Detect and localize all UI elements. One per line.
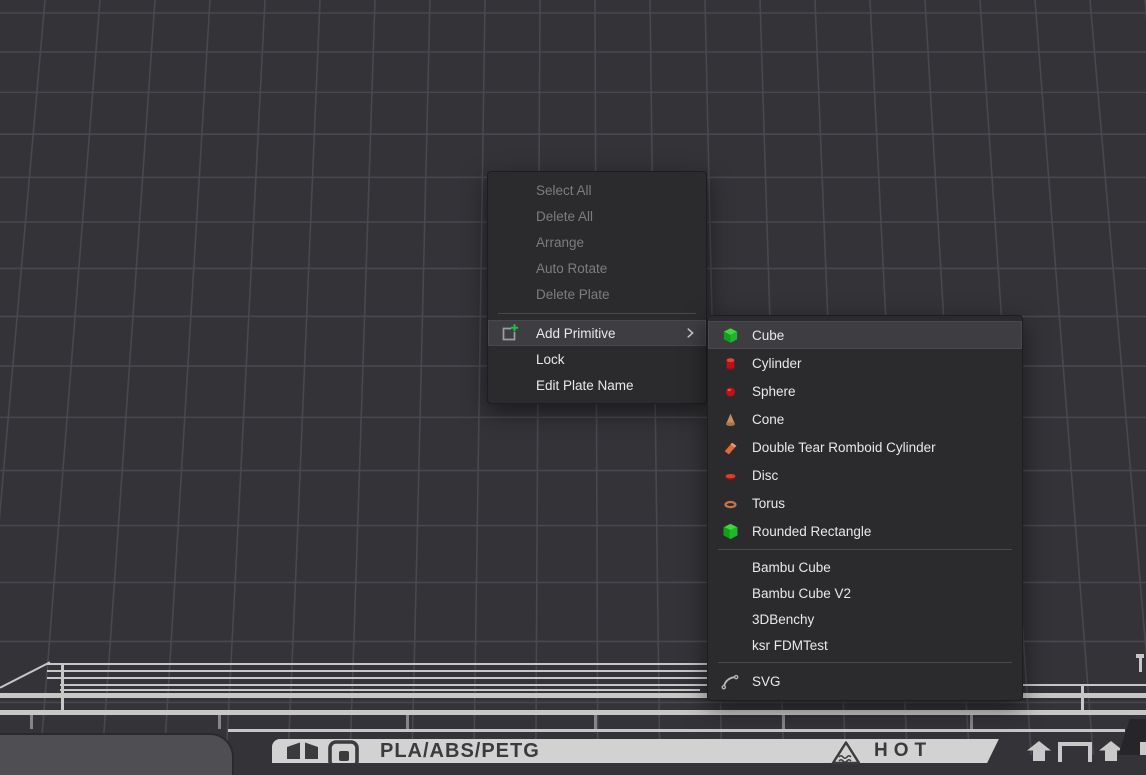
cube-icon [719, 321, 741, 349]
menu-item-label: Cone [752, 412, 784, 427]
menu-item-label: Add Primitive [536, 326, 616, 341]
menu-item-double-tear-romboid-cylinder[interactable]: Double Tear Romboid Cylinder [708, 433, 1022, 461]
menu-item-disc[interactable]: Disc [708, 461, 1022, 489]
plate-edge-line [228, 729, 1125, 732]
plate-edge-line [60, 689, 700, 691]
menu-divider [718, 549, 1012, 550]
menu-item-label: Rounded Rectangle [752, 524, 871, 539]
plate-tick [970, 715, 973, 729]
submenu-arrow-icon [683, 320, 697, 346]
hot-surface-label: HOT [874, 741, 932, 761]
menu-item-delete-plate: Delete Plate [488, 281, 706, 307]
menu-item-label: Bambu Cube [752, 560, 831, 575]
plate-label-strip: PLA/ABS/PETG HOT [272, 739, 1002, 763]
plate-corner-vertical [61, 663, 64, 712]
menu-item-add-primitive[interactable]: Add Primitive [488, 320, 706, 346]
add-primitive-icon [498, 320, 520, 346]
menu-item-select-all: Select All [488, 177, 706, 203]
plate-tick [782, 715, 785, 729]
menu-item-arrange: Arrange [488, 229, 706, 255]
menu-item-label: ksr FDMTest [752, 638, 828, 653]
menu-item-3dbenchy[interactable]: 3DBenchy [708, 606, 1022, 632]
menu-item-label: Bambu Cube V2 [752, 586, 851, 601]
menu-item-label: Double Tear Romboid Cylinder [752, 440, 936, 455]
plate-edge-band [0, 710, 1146, 715]
menu-item-cone[interactable]: Cone [708, 405, 1022, 433]
cylinder-icon [719, 349, 741, 377]
menu-item-cube[interactable]: Cube [708, 321, 1022, 349]
menu-item-label: Torus [752, 496, 785, 511]
menu-divider [718, 662, 1012, 663]
menu-item-label: SVG [752, 674, 781, 689]
plate-tick [594, 715, 597, 729]
plate-corner-notch [1139, 656, 1142, 672]
plate-material-label: PLA/ABS/PETG [380, 741, 540, 761]
bambu-logo-icon [286, 741, 320, 764]
plate-tick [406, 715, 409, 729]
double-tear-icon [719, 433, 741, 461]
menu-item-bambu-cube-v2[interactable]: Bambu Cube V2 [708, 580, 1022, 606]
menu-item-label: Auto Rotate [536, 261, 607, 276]
svg-icon [719, 667, 741, 695]
plate-corner-notch [1136, 654, 1144, 658]
menu-item-auto-rotate: Auto Rotate [488, 255, 706, 281]
menu-item-bambu-cube[interactable]: Bambu Cube [708, 554, 1022, 580]
menu-item-label: Disc [752, 468, 778, 483]
torus-icon [719, 489, 741, 517]
plate-context-menu: Select All Delete All Arrange Auto Rotate De… [487, 171, 707, 404]
menu-item-label: Cube [752, 328, 784, 343]
menu-item-label: Edit Plate Name [536, 378, 634, 393]
menu-item-label: Lock [536, 352, 565, 367]
arrow-up-icon [1026, 741, 1052, 766]
cone-icon [719, 405, 741, 433]
plate-corner-marking [1140, 742, 1146, 755]
menu-item-cylinder[interactable]: Cylinder [708, 349, 1022, 377]
menu-item-rounded-rectangle[interactable]: Rounded Rectangle [708, 517, 1022, 545]
menu-item-label: Delete Plate [536, 287, 610, 302]
menu-item-svg[interactable]: SVG [708, 667, 1022, 695]
menu-item-label: Arrange [536, 235, 584, 250]
menu-divider [498, 313, 696, 314]
hot-warning-icon [831, 740, 861, 771]
rounded-rectangle-icon [719, 517, 741, 545]
sphere-icon [719, 377, 741, 405]
menu-item-label: Delete All [536, 209, 593, 224]
menu-item-sphere[interactable]: Sphere [708, 377, 1022, 405]
menu-item-torus[interactable]: Torus [708, 489, 1022, 517]
menu-item-delete-all: Delete All [488, 203, 706, 229]
plate-corner-vertical [1081, 684, 1084, 715]
menu-item-ksr-fdmtest[interactable]: ksr FDMTest [708, 632, 1022, 658]
menu-item-label: Select All [536, 183, 592, 198]
disc-icon [719, 461, 741, 489]
plate-tick [30, 715, 33, 729]
plate-front-tab [0, 733, 234, 775]
menu-item-label: 3DBenchy [752, 612, 814, 627]
menu-item-lock[interactable]: Lock [488, 346, 706, 372]
plate-slot-icon [1058, 742, 1092, 762]
menu-item-edit-plate-name[interactable]: Edit Plate Name [488, 372, 706, 398]
menu-item-label: Sphere [752, 384, 796, 399]
menu-item-label: Cylinder [752, 356, 802, 371]
plate-tick [218, 715, 221, 729]
add-primitive-submenu: Cube Cylinder Sphere Cone Double Tear Romboi… [707, 315, 1023, 701]
